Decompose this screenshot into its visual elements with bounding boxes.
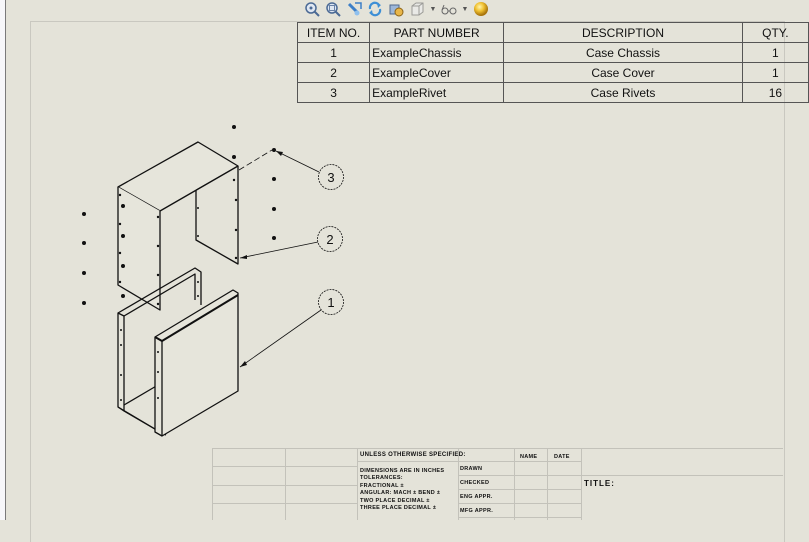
balloon-3-label: 3 [327,170,334,185]
tolerances-label: TOLERANCES: [360,475,403,481]
balloon-2[interactable]: 2 [317,226,343,252]
dimensions-note: DIMENSIONS ARE IN INCHES [360,468,445,474]
balloon-2-label: 2 [326,232,333,247]
leader-arrow-2 [240,255,247,259]
unless-specified-label: UNLESS OTHERWISE SPECIFIED: [360,452,466,458]
drawn-label: DRAWN [460,466,483,472]
balloon-1[interactable]: 1 [318,289,344,315]
rivet [272,207,276,211]
exploded-isometric-view[interactable]: 3 2 1 [0,0,809,520]
rivet [272,148,276,152]
leader-arrow-3 [276,151,283,156]
checked-label: CHECKED [460,480,490,486]
angular-tolerance: ANGULAR: MACH ± BEND ± [360,490,441,496]
balloon-leader-3 [275,150,320,173]
rivet [121,264,125,268]
balloon-3[interactable]: 3 [318,164,344,190]
rivet [272,177,276,181]
rivet [232,125,236,129]
date-column-header: DATE [554,454,570,460]
fractional-tolerance: FRACTIONAL ± [360,483,404,489]
rivet [82,271,86,275]
balloon-1-label: 1 [327,295,334,310]
rivet [272,236,276,240]
rivet [121,234,125,238]
three-place-decimal-tolerance: THREE PLACE DECIMAL ± [360,505,437,511]
rivet [121,294,125,298]
title-label: TITLE: [584,479,615,488]
rivet [232,155,236,159]
leader-arrow-1 [240,361,247,367]
rivet [82,241,86,245]
balloon-leader-1 [239,309,322,368]
mfg-appr-label: MFG APPR. [460,508,494,514]
rivet [121,204,125,208]
explode-line [238,149,273,171]
eng-appr-label: ENG APPR. [460,494,493,500]
rivet [82,212,86,216]
rivet [232,178,236,182]
rivet [82,301,86,305]
balloon-leader-2 [239,241,319,259]
name-column-header: NAME [520,454,538,460]
two-place-decimal-tolerance: TWO PLACE DECIMAL ± [360,498,430,504]
